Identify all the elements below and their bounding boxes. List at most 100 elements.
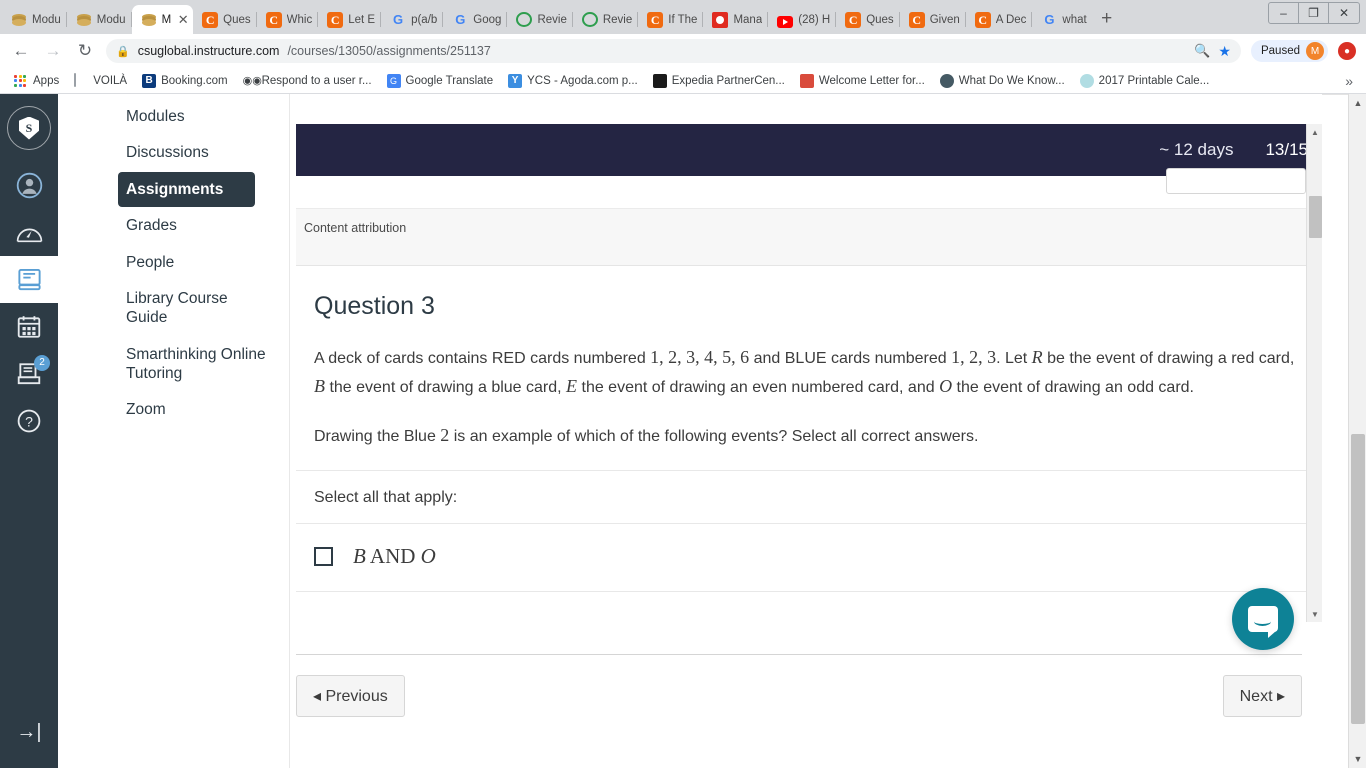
red-square-icon — [712, 11, 729, 28]
tab-strip: Modu Modu M ✕ C Ques C Whic C Let E G p(… — [0, 0, 1366, 34]
tab-title: (28) H — [798, 13, 831, 26]
bookmark-item[interactable]: Welcome Letter for... — [794, 72, 931, 90]
course-nav-item-smarthinking-online-tutoring[interactable]: Smarthinking Online Tutoring — [88, 337, 281, 392]
tab-title: If The — [668, 13, 698, 26]
browser-tab[interactable]: Modu — [67, 5, 132, 34]
course-nav-item-discussions[interactable]: Discussions — [88, 135, 281, 170]
question-card: Question 3 A deck of cards contains RED … — [296, 266, 1322, 451]
intercom-chat-icon[interactable] — [1232, 588, 1294, 650]
q1-text-d: be the event of drawing a red card, — [1042, 350, 1295, 367]
browser-tab[interactable]: C If The — [638, 5, 704, 34]
browser-tab[interactable]: (28) H — [768, 5, 837, 34]
quiz-inner-scrollbar[interactable]: ▲ ▼ — [1306, 124, 1322, 622]
inbox-icon[interactable]: 2 — [0, 350, 58, 397]
answer-option-row[interactable]: B AND O — [296, 523, 1322, 591]
address-bar[interactable]: 🔒 csuglobal.instructure.com/courses/1305… — [106, 39, 1241, 63]
page-scroll-down-arrow[interactable]: ▼ — [1349, 750, 1366, 768]
avatar: M — [1306, 42, 1324, 60]
browser-tab[interactable]: G what — [1032, 5, 1092, 34]
bookmark-item[interactable]: Expedia PartnerCen... — [647, 72, 791, 90]
browser-tab[interactable]: C Ques — [193, 5, 257, 34]
content-attribution: Content attribution — [296, 208, 1322, 266]
bookmark-item[interactable]: What Do We Know... — [934, 72, 1071, 90]
browser-tab[interactable]: Revie — [573, 5, 639, 34]
google-icon: G — [1044, 11, 1055, 27]
help-icon[interactable]: ? — [0, 397, 58, 444]
bookmark-item[interactable]: B Booking.com — [136, 72, 233, 90]
extension-icon[interactable]: ● — [1338, 42, 1356, 60]
browser-chrome: Modu Modu M ✕ C Ques C Whic C Let E G p(… — [0, 0, 1366, 94]
course-nav-item-zoom[interactable]: Zoom — [88, 392, 281, 427]
bookmark-label: 2017 Printable Cale... — [1098, 74, 1210, 87]
browser-tab[interactable]: Revie — [507, 5, 573, 34]
bookmark-item[interactable]: ◉◉ Respond to a user r... — [237, 72, 378, 90]
tab-title: p(a/b — [411, 13, 438, 26]
account-icon[interactable] — [0, 162, 58, 209]
bookmark-label: What Do We Know... — [958, 74, 1065, 87]
dashboard-icon[interactable] — [0, 209, 58, 256]
browser-tab-active[interactable]: M ✕ — [131, 5, 194, 34]
course-nav-item-modules[interactable]: Modules — [88, 99, 281, 134]
bookmarks-overflow-button[interactable]: » — [1340, 73, 1358, 89]
course-nav-item-assignments[interactable]: Assignments — [118, 171, 255, 208]
restore-button[interactable]: ❐ — [1299, 3, 1329, 23]
window-controls: – ❐ ✕ — [1268, 2, 1360, 24]
minimize-button[interactable]: – — [1269, 3, 1299, 23]
bookmark-apps[interactable]: Apps — [8, 72, 65, 90]
page-scrollbar[interactable]: ▲ ▼ — [1348, 94, 1366, 768]
scroll-thumb[interactable] — [1309, 196, 1322, 238]
bookmark-item[interactable]: VOILÀ — [68, 72, 133, 90]
csu-global-logo[interactable]: S — [7, 106, 51, 150]
bookmark-item[interactable]: 2017 Printable Cale... — [1074, 72, 1216, 90]
profile-button[interactable]: Paused M — [1250, 40, 1328, 62]
booking-b-icon: B — [142, 73, 157, 88]
tab-title: Goog — [473, 13, 502, 26]
tab-title: M — [161, 13, 172, 26]
course-nav-item-people[interactable]: People — [88, 245, 281, 280]
forward-button[interactable]: → — [42, 41, 64, 61]
q2-number: 2 — [440, 425, 450, 446]
browser-tab[interactable]: Modu — [2, 5, 67, 34]
answer-checkbox[interactable] — [314, 547, 333, 567]
bookmark-item[interactable]: G Google Translate — [381, 72, 500, 90]
q2-text-b: is an example of which of the following … — [449, 428, 979, 446]
scroll-down-arrow[interactable]: ▼ — [1307, 606, 1323, 622]
course-nav-item-library-course-guide[interactable]: Library Course Guide — [88, 281, 281, 336]
course-nav-item-grades[interactable]: Grades — [88, 208, 281, 243]
browser-tab[interactable]: Mana — [703, 5, 769, 34]
next-button[interactable]: Next ▸ — [1222, 675, 1302, 717]
browser-tab[interactable]: G p(a/b — [381, 5, 444, 34]
calendar-icon[interactable] — [0, 303, 58, 350]
close-window-button[interactable]: ✕ — [1329, 3, 1359, 23]
quiz-content-column: ~ 12 days 13/15 Content attribution Ques… — [290, 94, 1322, 768]
browser-tab[interactable]: C Given — [900, 5, 966, 34]
course-nav: Modules Discussions Assignments Grades P… — [58, 94, 290, 768]
browser-tab[interactable]: C Ques — [836, 5, 900, 34]
back-button[interactable]: ← — [10, 41, 32, 61]
profile-status-label: Paused — [1260, 45, 1300, 57]
reload-button[interactable]: ↻ — [74, 41, 96, 61]
browser-tab[interactable]: C Let E — [318, 5, 382, 34]
page-scroll-up-arrow[interactable]: ▲ — [1349, 94, 1366, 112]
q2-text-a: Drawing the Blue — [314, 428, 441, 446]
omnibox-row: ← → ↻ 🔒 csuglobal.instructure.com/course… — [0, 34, 1366, 68]
bookmark-label: VOILÀ — [93, 74, 128, 87]
lock-icon: 🔒 — [116, 45, 130, 58]
close-icon[interactable]: ✕ — [176, 13, 190, 26]
toolbar-ghost-button[interactable] — [1166, 168, 1306, 194]
star-icon[interactable]: ★ — [1218, 43, 1231, 60]
browser-tab[interactable]: C Whic — [257, 5, 319, 34]
scroll-up-arrow[interactable]: ▲ — [1307, 124, 1323, 140]
expand-nav-button[interactable]: →| — [16, 721, 41, 744]
question-paragraph-2: Drawing the Blue 2 is an example of whic… — [314, 421, 1304, 450]
zoom-icon[interactable]: 🔍 — [1194, 43, 1210, 59]
browser-tab[interactable]: C A Dec — [966, 5, 1033, 34]
browser-tab[interactable]: G Goog — [443, 5, 508, 34]
google-icon: G — [455, 11, 466, 27]
bookmark-item[interactable]: Y YCS - Agoda.com p... — [502, 72, 644, 90]
bookmark-label: Welcome Letter for... — [818, 74, 925, 87]
courses-icon[interactable] — [0, 256, 58, 303]
previous-button[interactable]: ◂ Previous — [296, 675, 405, 717]
new-tab-button[interactable]: + — [1093, 6, 1121, 34]
page-scroll-thumb[interactable] — [1351, 434, 1365, 724]
